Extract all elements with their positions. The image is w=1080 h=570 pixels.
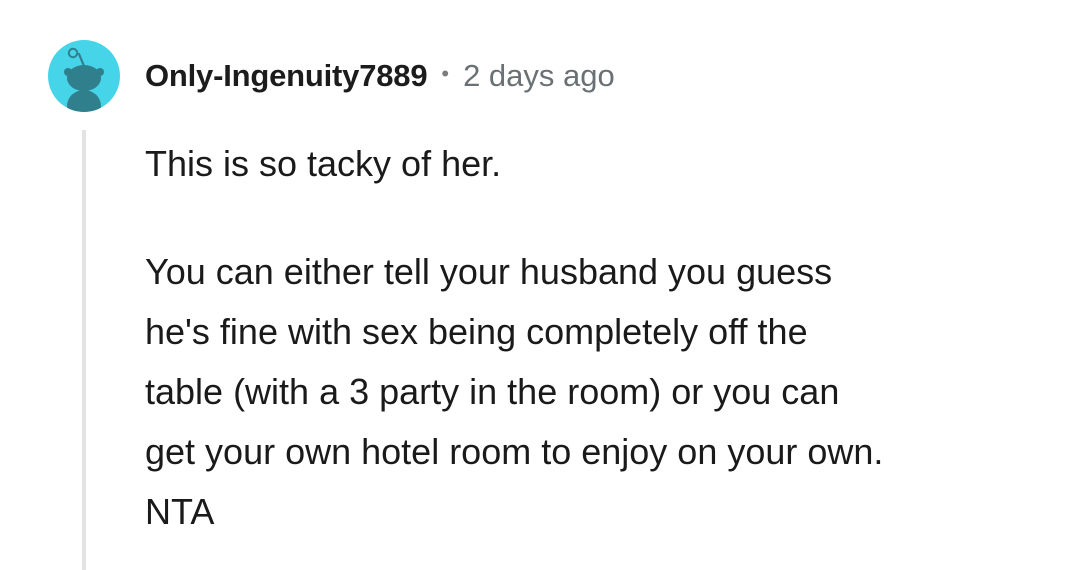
reddit-snoo-avatar-icon [48,40,120,112]
comment-line: NTA [145,491,215,532]
comment-body: This is so tacky of her. You can either … [145,134,1045,542]
user-avatar[interactable] [48,40,120,112]
comment-line: he's fine with sex being completely off … [145,311,808,352]
comment-line: table (with a 3 party in the room) or yo… [145,371,840,412]
comment: Only-Ingenuity7889 • 2 days ago This is … [0,0,1080,570]
comment-line: You can either tell your husband you gue… [145,251,833,292]
thread-line[interactable] [82,130,86,570]
separator-dot: • [441,61,450,86]
comment-line: get your own hotel room to enjoy on your… [145,431,884,472]
username[interactable]: Only-Ingenuity7889 [145,58,428,94]
timestamp: 2 days ago [463,58,615,93]
comment-paragraph: You can either tell your husband you gue… [145,242,1045,542]
comment-paragraph: This is so tacky of her. [145,143,502,184]
comment-meta: Only-Ingenuity7889 • 2 days ago [145,54,615,98]
